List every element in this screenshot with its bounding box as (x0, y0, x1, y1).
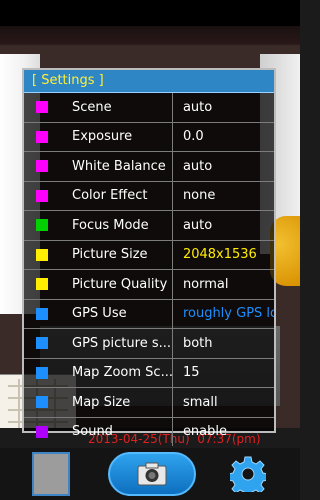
setting-value: enable (182, 424, 228, 440)
camera-icon (137, 462, 167, 486)
settings-row[interactable]: Picture Quality normal (24, 270, 274, 300)
setting-label: GPS picture s... (72, 335, 172, 351)
setting-label: Picture Quality (72, 276, 168, 292)
setting-label: Exposure (72, 129, 133, 145)
settings-row[interactable]: Color Effect none (24, 182, 274, 211)
setting-value: small (182, 394, 218, 410)
settings-panel: [ Settings ] Scene auto Exposure 0.0 White B… (22, 68, 276, 446)
gallery-thumbnail-button[interactable] (32, 452, 70, 496)
category-color-swatch (36, 278, 48, 291)
category-color-swatch (36, 425, 48, 438)
setting-value: roughly GPS lo... (182, 306, 274, 322)
status-bar (0, 0, 300, 26)
setting-value: normal (182, 276, 229, 292)
setting-value: none (182, 188, 216, 204)
setting-value: 0.0 (182, 129, 204, 145)
setting-value: auto (182, 99, 213, 115)
setting-value: auto (182, 158, 213, 174)
setting-value: both (182, 335, 213, 351)
settings-row[interactable]: Map Size small (24, 388, 274, 418)
setting-label: Sound (72, 424, 113, 440)
settings-row[interactable]: Map Zoom Sc... 15 (24, 359, 274, 388)
setting-label: Scene (72, 99, 112, 115)
settings-row[interactable]: White Balance auto (24, 152, 274, 182)
settings-row[interactable]: Focus Mode auto (24, 211, 274, 241)
setting-value: auto (182, 217, 213, 233)
category-color-swatch (36, 189, 48, 202)
category-color-swatch (36, 396, 48, 409)
settings-row[interactable]: GPS picture s... both (24, 329, 274, 359)
settings-row[interactable]: Exposure 0.0 (24, 123, 274, 152)
setting-label: GPS Use (72, 306, 127, 322)
setting-label: White Balance (72, 158, 166, 174)
shutter-button[interactable] (108, 452, 196, 496)
settings-panel-title: [ Settings ] (24, 70, 274, 93)
category-color-swatch (36, 219, 48, 232)
settings-list: Scene auto Exposure 0.0 White Balance auto Col… (24, 93, 274, 446)
category-color-swatch (36, 248, 48, 261)
settings-row[interactable]: Picture Size 2048x1536 (24, 241, 274, 270)
setting-label: Focus Mode (72, 217, 149, 233)
category-color-swatch (36, 307, 48, 320)
setting-label: Picture Size (72, 247, 148, 263)
category-color-swatch (36, 366, 48, 379)
settings-row[interactable]: Scene auto (24, 93, 274, 123)
setting-label: Map Zoom Sc... (72, 365, 173, 381)
setting-value: 15 (182, 365, 200, 381)
settings-row[interactable]: GPS Use roughly GPS lo... (24, 300, 274, 329)
category-color-swatch (36, 160, 48, 173)
gear-icon[interactable] (230, 456, 266, 492)
settings-row[interactable]: Sound enable (24, 418, 274, 447)
category-color-swatch (36, 337, 48, 350)
category-color-swatch (36, 130, 48, 143)
setting-value: 2048x1536 (182, 247, 257, 263)
setting-label: Color Effect (72, 188, 148, 204)
bottom-toolbar (0, 448, 300, 500)
setting-label: Map Size (72, 394, 131, 410)
category-color-swatch (36, 101, 48, 114)
